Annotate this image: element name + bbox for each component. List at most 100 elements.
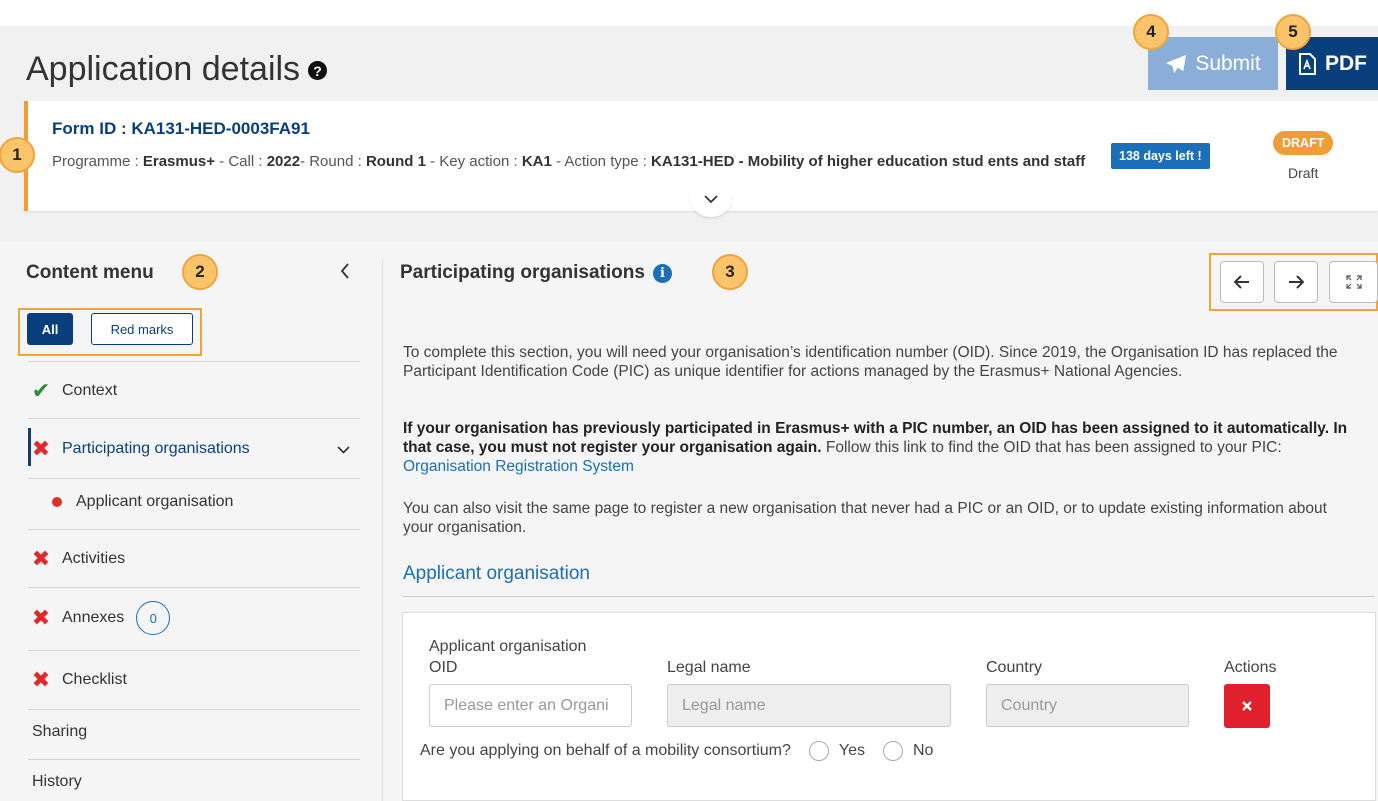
- divider: [28, 759, 360, 760]
- form-summary-card: Form ID : KA131-HED-0003FA91 Programme :…: [24, 101, 1378, 217]
- sidebar-item-annexes[interactable]: ✖ Annexes 0: [28, 601, 360, 635]
- sidebar-item-label: Applicant organisation: [76, 493, 234, 510]
- status-text: Draft: [1288, 165, 1319, 181]
- arrow-left-icon: [1234, 275, 1249, 289]
- oid-label-line1: Applicant organisation: [429, 638, 587, 655]
- legal-name-column-label: Legal name: [667, 659, 751, 676]
- divider: [28, 529, 360, 530]
- sidebar-item-label: Activities: [62, 550, 126, 567]
- country-column-label: Country: [986, 659, 1043, 676]
- cross-icon: ✖: [31, 546, 51, 571]
- sidebar-item-history[interactable]: History: [32, 773, 364, 791]
- expand-icon: [1345, 275, 1362, 289]
- callout-4: 4: [1133, 14, 1169, 50]
- divider: [28, 418, 360, 419]
- no-label: No: [912, 742, 934, 759]
- paper-plane-icon: [1166, 54, 1187, 73]
- call-value: 2022: [266, 153, 301, 170]
- info-icon[interactable]: i: [652, 263, 672, 283]
- yes-label: Yes: [838, 742, 865, 759]
- divider: [403, 596, 1375, 597]
- action-type-label: - Action type :: [551, 153, 652, 170]
- submit-label: Submit: [1195, 51, 1261, 75]
- yes-radio[interactable]: [808, 741, 829, 761]
- cross-icon: ✖: [31, 605, 51, 630]
- pdf-label: PDF: [1325, 51, 1367, 75]
- oid-input[interactable]: Please enter an Organi: [429, 684, 632, 727]
- no-radio[interactable]: [882, 741, 903, 761]
- programme-value: Erasmus+: [142, 153, 215, 170]
- filter-red-marks-button[interactable]: Red marks: [91, 313, 193, 345]
- section-title-text: Participating organisations: [400, 262, 645, 283]
- pdf-file-icon: [1299, 52, 1316, 75]
- country-field: Country: [986, 684, 1189, 727]
- collapse-menu-button[interactable]: [340, 262, 350, 285]
- call-label: - Call :: [215, 153, 267, 170]
- key-action-value: KA1: [521, 153, 552, 170]
- section-title: Participating organisations i: [400, 262, 672, 284]
- delete-row-button[interactable]: [1224, 684, 1270, 728]
- filter-all-button[interactable]: All: [27, 313, 73, 345]
- days-left-badge: 138 days left !: [1111, 143, 1210, 169]
- annex-count-badge: 0: [136, 601, 171, 635]
- divider: [28, 709, 360, 710]
- programme-label: Programme :: [52, 153, 143, 170]
- sidebar-item-label: Checklist: [62, 671, 127, 688]
- sidebar-item-label: History: [32, 773, 82, 790]
- cross-icon: ✖: [31, 436, 51, 461]
- round-label: - Round :: [300, 153, 366, 170]
- callout-5: 5: [1275, 14, 1311, 50]
- oid-column-label: Applicant organisation OID: [429, 636, 586, 678]
- callout-3: 3: [712, 254, 748, 290]
- chevron-down-icon[interactable]: [337, 441, 350, 457]
- page-title-text: Application details: [26, 50, 301, 88]
- help-icon[interactable]: ?: [308, 61, 328, 80]
- consortium-question-text: Are you applying on behalf of a mobility…: [420, 742, 791, 759]
- close-icon: [1242, 701, 1252, 711]
- arrow-right-icon: [1289, 275, 1304, 289]
- applicant-organisation-heading: Applicant organisation: [403, 563, 590, 584]
- form-description: Programme : Erasmus+ - Call : 2022- Roun…: [52, 151, 1102, 173]
- content-menu-title: Content menu: [26, 262, 154, 283]
- organisation-registration-link[interactable]: Organisation Registration System: [403, 458, 634, 475]
- submit-button[interactable]: Submit: [1148, 37, 1278, 90]
- oid-label-line2: OID: [429, 659, 458, 676]
- sidebar-item-checklist[interactable]: ✖ Checklist: [28, 667, 360, 693]
- key-action-label: - Key action :: [425, 153, 522, 170]
- red-dot-icon: [52, 497, 62, 507]
- action-type-value: KA131-HED - Mobility of higher education…: [651, 153, 1086, 170]
- divider: [28, 361, 360, 362]
- form-id: Form ID : KA131-HED-0003FA91: [52, 119, 310, 138]
- sidebar-item-applicant-organisation[interactable]: Applicant organisation: [28, 493, 360, 511]
- divider: [28, 650, 360, 651]
- sidebar-item-sharing[interactable]: Sharing: [32, 723, 364, 741]
- cross-icon: ✖: [31, 667, 51, 692]
- next-section-button[interactable]: [1274, 261, 1318, 303]
- page-title: Application details ?: [26, 50, 328, 89]
- oid-paragraph: If your organisation has previously part…: [403, 419, 1353, 476]
- round-value: Round 1: [365, 153, 426, 170]
- divider: [28, 587, 360, 588]
- sidebar-item-label: Annexes: [62, 609, 125, 626]
- column-divider: [382, 260, 383, 801]
- sidebar-item-label: Sharing: [32, 723, 88, 740]
- check-icon: ✔: [31, 378, 51, 403]
- sidebar-item-context[interactable]: ✔ Context: [28, 378, 360, 404]
- status-badge: DRAFT: [1273, 131, 1334, 155]
- actions-column-label: Actions: [1224, 659, 1277, 676]
- consortium-question: Are you applying on behalf of a mobility…: [420, 741, 933, 761]
- sidebar-item-participating-organisations[interactable]: ✖ Participating organisations: [28, 436, 360, 462]
- sidebar-item-label: Participating organisations: [62, 440, 250, 457]
- sidebar-item-label: Context: [62, 382, 118, 399]
- divider: [28, 478, 360, 479]
- legal-name-field: Legal name: [667, 684, 951, 727]
- oid-paragraph-text: Follow this link to find the OID that ha…: [821, 439, 1282, 456]
- previous-section-button[interactable]: [1220, 261, 1264, 303]
- intro-paragraph: To complete this section, you will need …: [403, 344, 1338, 380]
- fullscreen-button[interactable]: [1329, 261, 1378, 303]
- callout-1: 1: [0, 137, 35, 173]
- chevron-down-icon: [704, 195, 718, 204]
- register-paragraph: You can also visit the same page to regi…: [403, 500, 1327, 536]
- callout-2: 2: [182, 254, 218, 290]
- sidebar-item-activities[interactable]: ✖ Activities: [28, 546, 360, 572]
